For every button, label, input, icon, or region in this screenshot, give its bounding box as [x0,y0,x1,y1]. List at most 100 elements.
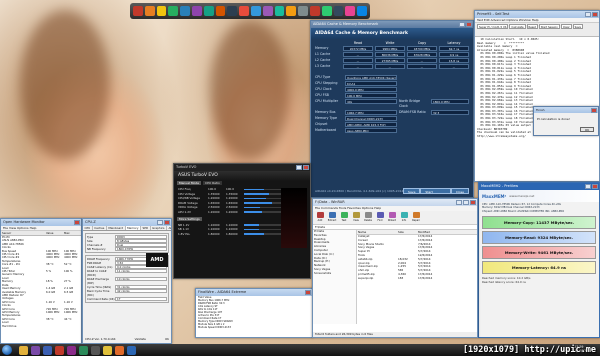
maxxmem-url[interactable]: www.maxxpi.net [509,194,534,198]
prime95-taskbar-icon[interactable] [31,345,40,355]
tab-about[interactable]: About [167,226,171,230]
tab-mainboard[interactable]: Mainboard [107,226,126,230]
column-header[interactable]: Max [64,231,81,235]
app-launcher-icon[interactable] [321,6,332,16]
save-button[interactable]: Save [403,187,421,194]
aida64-extreme-titlebar[interactable]: FinalWire - AIDA64 Extreme [196,289,312,296]
setting-slider[interactable] [244,197,284,200]
tab-graphics[interactable]: Graphics [151,226,167,230]
setting-slider[interactable] [244,206,284,209]
cpuz-taskbar-icon[interactable] [43,345,52,355]
close-button[interactable]: Close [450,187,469,194]
toolbar-button[interactable]: Clear [560,24,572,29]
folder-item[interactable]: Screenshots [314,271,356,276]
toolbar-button-info[interactable]: Info [399,212,409,223]
toolbar-button[interactable]: Calculate [509,24,526,29]
toolbar-button-view[interactable]: View [351,212,361,223]
ok-button[interactable]: OK [165,337,169,341]
app-launcher-icon[interactable] [345,6,356,16]
setting-slider[interactable] [244,202,284,204]
validate-button[interactable]: Validate [135,337,146,341]
setting-slider[interactable] [244,228,284,231]
app-launcher-icon[interactable] [333,6,344,16]
app-launcher-icon[interactable] [227,6,238,16]
chrome-taskbar-icon[interactable] [103,345,112,355]
dialog-titlebar[interactable]: Finish [534,107,598,113]
setting-slider[interactable] [244,211,284,213]
app-launcher-icon[interactable] [262,6,273,16]
app-launcher-icon[interactable] [144,6,155,16]
file-row[interactable]: superpi.zip 183 17/6/2014 [357,276,477,281]
close-icon[interactable] [470,200,476,205]
toolbar-button-find[interactable]: Find [375,212,385,223]
explorer-taskbar-icon[interactable] [19,345,28,355]
toolbar-button[interactable]: Save [572,24,584,29]
tab-cpu[interactable]: CPU [83,226,93,230]
toolbar-button[interactable]: Super PI / mod1.5 XS [477,24,509,29]
minimize-icon[interactable] [456,200,462,205]
minimize-icon[interactable] [585,12,591,17]
toolbar-button-extract[interactable]: Extract [327,212,337,223]
app-launcher-icon[interactable] [191,6,202,16]
toolbar-button[interactable]: Reset [526,24,538,29]
close-icon[interactable] [303,165,309,170]
turbov-taskbar-icon[interactable] [91,345,100,355]
column-header[interactable]: Size [398,230,418,234]
minimize-icon[interactable] [459,22,465,27]
app-launcher-icon[interactable] [215,6,226,16]
minimize-icon[interactable] [296,165,302,170]
maxxmem-titlebar[interactable]: MaxxMEM2 - PreView [479,183,599,190]
close-icon[interactable] [592,12,598,17]
column-header[interactable]: Sensor [2,231,46,235]
sensor-row[interactable]: Hard Drive [2,325,81,328]
ok-button[interactable]: OK [580,127,594,132]
maximize-icon[interactable] [463,200,469,205]
app-launcher-icon[interactable] [168,6,179,16]
winrar-taskbar-icon[interactable] [67,345,76,355]
app-launcher-icon[interactable] [156,6,167,16]
app-launcher-icon[interactable] [180,6,190,16]
minimize-icon[interactable] [157,220,163,225]
close-icon[interactable] [466,22,472,27]
setting-slider[interactable] [244,188,284,190]
turbov-titlebar[interactable]: TurboV EVO [174,164,310,171]
ohm-taskbar-icon[interactable] [79,345,88,355]
aida64-taskbar-icon[interactable] [55,345,64,355]
app-launcher-icon[interactable] [239,6,249,16]
close-icon[interactable] [591,108,597,113]
toolbar-button-delete[interactable]: Delete [363,212,373,223]
toolbar-button-repair[interactable]: Repair [411,212,421,223]
tab[interactable]: More Settings [177,216,202,221]
winrar-titlebar[interactable]: F:\Data - WinRAR [313,199,477,206]
start-benchmark-button[interactable]: Start Benchmark [420,187,451,197]
minimize-icon[interactable] [585,184,591,189]
app-launcher-icon[interactable] [203,6,214,16]
close-icon[interactable] [164,220,170,225]
superpi-titlebar[interactable]: Prime95 - Self-Test [475,11,599,18]
cpuz-titlebar[interactable]: CPU-Z [83,219,171,226]
toolbar-button-test[interactable]: Test [339,212,349,223]
toolbar-button-add[interactable]: Add [315,212,325,223]
column-header[interactable]: Value [46,231,64,235]
close-icon[interactable] [74,220,80,225]
app-launcher-icon[interactable] [309,6,320,16]
setting-slider[interactable] [244,193,284,195]
tab[interactable]: Manual Mode [177,181,202,185]
app-launcher-icon[interactable] [274,6,285,16]
app-launcher-icon[interactable] [250,6,261,16]
tab-caches[interactable]: Caches [93,226,107,230]
app-launcher-icon[interactable] [286,6,297,16]
close-icon[interactable] [305,290,311,295]
maxxmem-taskbar-icon[interactable] [127,345,136,355]
toolbar-button[interactable]: Start Session [538,24,560,29]
tab-spd[interactable]: SPD [141,226,151,230]
toolbar-button-wizard[interactable]: Wizard [387,212,397,223]
app-launcher-icon[interactable] [298,6,308,16]
setting-slider[interactable] [244,233,284,235]
start-button[interactable] [2,345,12,355]
ohm-titlebar[interactable]: Open Hardware Monitor [1,219,81,226]
setting-slider[interactable] [244,224,284,226]
app-launcher-icon[interactable] [133,6,143,16]
tab[interactable]: CPU Ratio [203,181,222,185]
close-icon[interactable] [592,184,598,189]
